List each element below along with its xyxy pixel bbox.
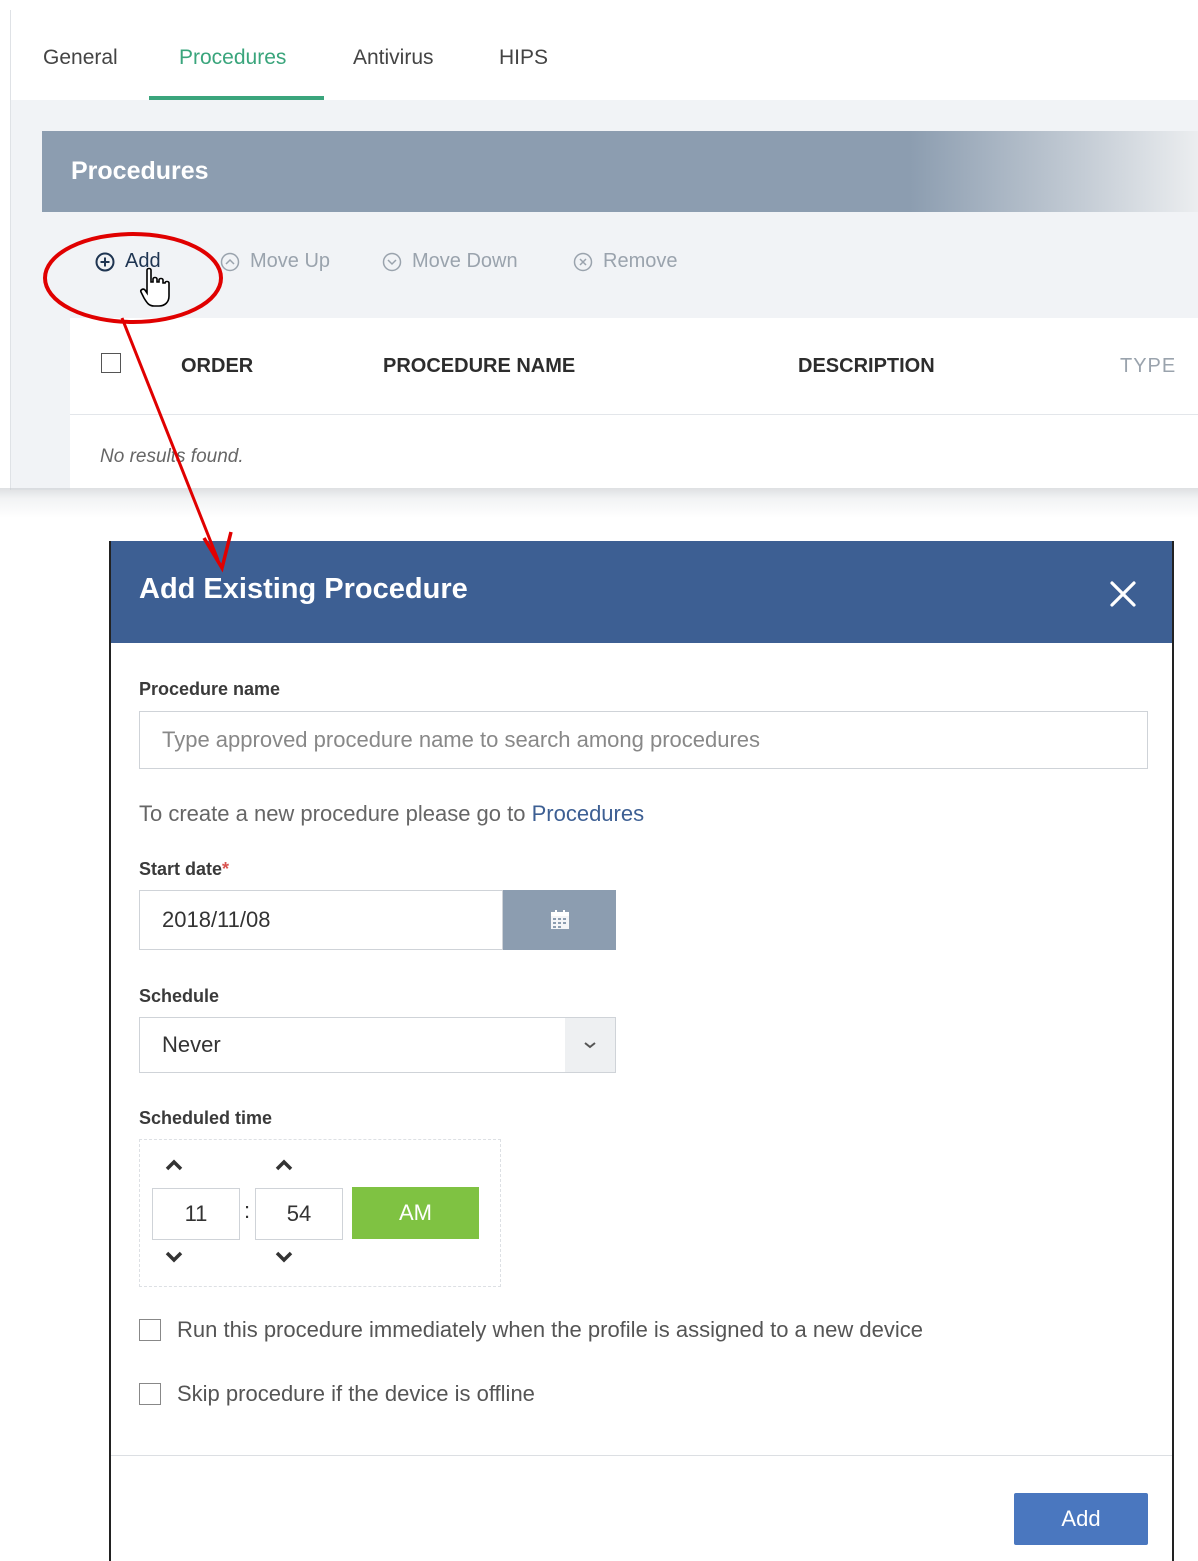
calendar-icon xyxy=(550,910,569,929)
move-down-button[interactable]: Move Down xyxy=(382,250,518,273)
minute-down-icon[interactable] xyxy=(274,1250,294,1264)
time-picker: 11 : 54 AM xyxy=(139,1139,501,1287)
hour-down-icon[interactable] xyxy=(164,1250,184,1264)
column-description[interactable]: DESCRIPTION xyxy=(798,355,935,378)
procedure-name-input[interactable]: Type approved procedure name to search a… xyxy=(139,711,1148,769)
minute-up-icon[interactable] xyxy=(274,1158,294,1172)
schedule-select[interactable]: Never xyxy=(139,1017,616,1073)
dialog-title: Add Existing Procedure xyxy=(139,573,468,605)
column-order[interactable]: ORDER xyxy=(181,355,253,378)
procedures-table: ORDER PROCEDURE NAME DESCRIPTION TYPE No… xyxy=(70,318,1198,490)
skip-offline-label: Skip procedure if the device is offline xyxy=(177,1381,535,1406)
schedule-dropdown-toggle[interactable] xyxy=(565,1018,615,1072)
column-procedure-name[interactable]: PROCEDURE NAME xyxy=(383,355,575,378)
start-date-input[interactable]: 2018/11/08 xyxy=(139,890,503,950)
schedule-label: Schedule xyxy=(139,986,220,1006)
dialog-header: Add Existing Procedure xyxy=(111,541,1172,643)
move-down-label: Move Down xyxy=(412,250,518,272)
torn-edge xyxy=(0,488,1198,518)
active-tab-indicator xyxy=(149,96,324,100)
section-title: Procedures xyxy=(71,157,209,185)
skip-offline-checkbox[interactable] xyxy=(139,1383,161,1405)
start-date-label: Start date* xyxy=(139,859,229,880)
helper-text: To create a new procedure please go to P… xyxy=(139,801,644,827)
minute-input[interactable]: 54 xyxy=(255,1188,343,1240)
tab-procedures[interactable]: Procedures xyxy=(179,46,286,70)
helper-text-prefix: To create a new procedure please go to xyxy=(139,801,532,826)
table-header: ORDER PROCEDURE NAME DESCRIPTION TYPE xyxy=(70,318,1198,415)
chevron-up-circle-icon xyxy=(220,252,240,271)
skip-offline-option[interactable]: Skip procedure if the device is offline xyxy=(139,1381,535,1407)
time-separator: : xyxy=(244,1198,251,1223)
remove-label: Remove xyxy=(603,250,678,272)
scheduled-time-label: Scheduled time xyxy=(139,1108,273,1128)
procedure-name-label: Procedure name xyxy=(139,679,281,699)
tab-antivirus[interactable]: Antivirus xyxy=(353,46,434,70)
move-up-label: Move Up xyxy=(250,250,331,272)
footer-divider xyxy=(111,1455,1172,1456)
profile-page: General Procedures Antivirus HIPS Proced… xyxy=(10,10,1198,490)
plus-circle-icon xyxy=(95,252,115,271)
add-button[interactable]: Add xyxy=(95,250,161,273)
hour-input[interactable]: 11 xyxy=(152,1188,240,1240)
dialog-add-button[interactable]: Add xyxy=(1014,1493,1148,1545)
add-procedure-dialog: Add Existing Procedure Procedure name Ty… xyxy=(109,541,1174,1561)
run-immediately-option[interactable]: Run this procedure immediately when the … xyxy=(139,1317,923,1343)
tab-hips[interactable]: HIPS xyxy=(499,46,548,70)
add-label: Add xyxy=(125,250,161,272)
start-date-label-text: Start date xyxy=(139,859,223,879)
select-all-checkbox[interactable] xyxy=(101,353,121,373)
move-up-button[interactable]: Move Up xyxy=(220,250,330,273)
tab-general[interactable]: General xyxy=(43,46,118,70)
remove-button[interactable]: Remove xyxy=(573,250,677,273)
tab-bar: General Procedures Antivirus HIPS xyxy=(11,10,1198,100)
x-circle-icon xyxy=(573,252,593,271)
procedures-link[interactable]: Procedures xyxy=(532,801,645,826)
calendar-button[interactable] xyxy=(503,890,616,950)
am-pm-toggle[interactable]: AM xyxy=(352,1187,479,1239)
required-asterisk: * xyxy=(222,859,230,879)
run-immediately-label: Run this procedure immediately when the … xyxy=(177,1317,923,1342)
chevron-down-circle-icon xyxy=(382,252,402,271)
empty-state-text: No results found. xyxy=(100,446,244,467)
toolbar: Add Move Up Move Down Remove xyxy=(42,240,1198,280)
schedule-value: Never xyxy=(162,1032,221,1057)
section-header: Procedures xyxy=(42,131,1198,212)
run-immediately-checkbox[interactable] xyxy=(139,1319,161,1341)
column-type[interactable]: TYPE xyxy=(1120,355,1176,378)
hour-up-icon[interactable] xyxy=(164,1158,184,1172)
chevron-down-icon xyxy=(584,1042,596,1049)
close-icon[interactable] xyxy=(1108,579,1138,609)
